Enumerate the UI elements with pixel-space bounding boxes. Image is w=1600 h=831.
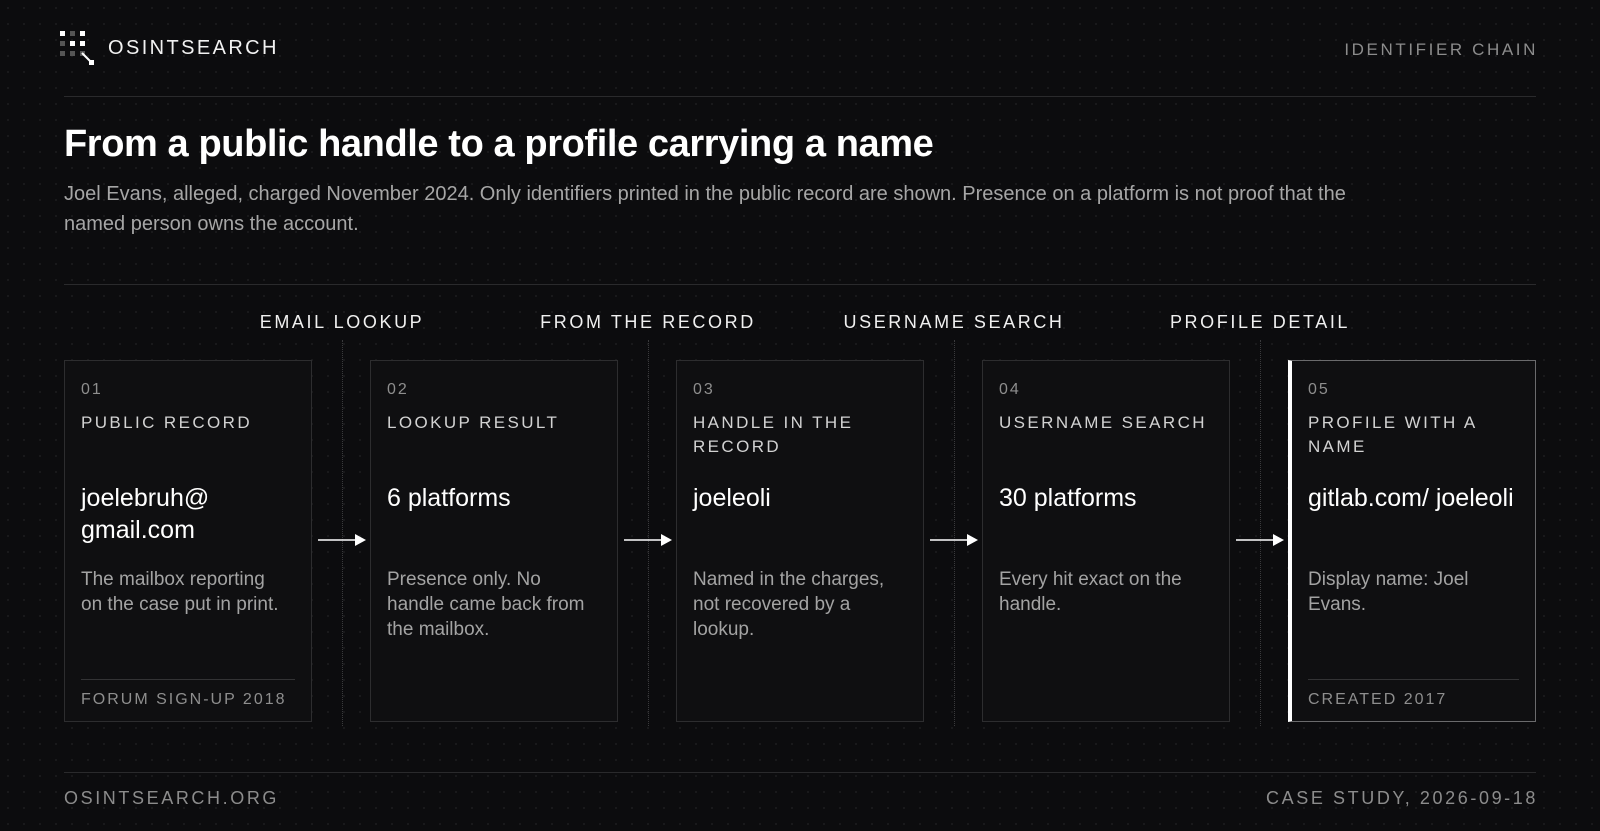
card-number: 04: [999, 381, 1021, 398]
arrow-right-icon: [1236, 534, 1284, 546]
chain-card-public-record[interactable]: 01 PUBLIC RECORD joelebruh@ gmail.com Th…: [64, 360, 312, 722]
card-value: 6 platforms: [387, 484, 511, 512]
card-description: Named in the charges, not recovered by a…: [693, 569, 885, 640]
arrow-right-icon: [624, 534, 672, 546]
stage-label-profile-detail: PROFILE DETAIL: [1169, 312, 1351, 332]
chain-card-username-search[interactable]: 04 USERNAME SEARCH 30 platforms Every hi…: [982, 360, 1230, 722]
stage-label-username-search: USERNAME SEARCH: [843, 312, 1065, 332]
card-label: HANDLE IN THE RECORD: [693, 413, 854, 456]
arrow-right-icon: [318, 534, 366, 546]
card-description: Presence only. No handle came back from …: [387, 569, 585, 640]
card-description: Every hit exact on the handle.: [999, 569, 1182, 615]
card-description: The mailbox reporting on the case put in…: [81, 569, 279, 615]
page-title: From a public handle to a profile carryi…: [64, 123, 934, 165]
card-meta: FORUM SIGN-UP 2018: [81, 691, 287, 708]
card-label: PROFILE WITH A NAME: [1308, 413, 1477, 456]
card-label: USERNAME SEARCH: [999, 413, 1207, 432]
chain-card-profile-with-name[interactable]: 05 PROFILE WITH A NAME gitlab.com/ joele…: [1288, 360, 1536, 722]
card-number: 02: [387, 381, 409, 398]
card-number: 03: [693, 381, 715, 398]
brand-name: OSINTSEARCH: [108, 36, 279, 59]
footer-divider: [64, 772, 1536, 773]
dot-grid-logo-icon: [60, 31, 94, 65]
card-value: 30 platforms: [999, 484, 1137, 512]
chain-card-lookup-result[interactable]: 02 LOOKUP RESULT 6 platforms Presence on…: [370, 360, 618, 722]
header-divider: [64, 96, 1536, 97]
card-label: PUBLIC RECORD: [81, 413, 253, 432]
logo[interactable]: OSINTSEARCH: [60, 30, 279, 66]
card-meta-divider: [1308, 679, 1519, 680]
card-meta-divider: [81, 679, 295, 680]
card-label: LOOKUP RESULT: [387, 413, 560, 432]
stage-label-email-lookup: EMAIL LOOKUP: [259, 312, 425, 332]
stage-label-from-record: FROM THE RECORD: [540, 312, 756, 332]
chain-card-handle-in-record[interactable]: 03 HANDLE IN THE RECORD joeleoli Named i…: [676, 360, 924, 722]
footer-site-link[interactable]: OSINTSEARCH.ORG: [64, 788, 279, 809]
card-number: 05: [1308, 381, 1330, 398]
card-description: Display name: Joel Evans.: [1308, 569, 1469, 615]
card-value: joeleoli: [693, 484, 771, 512]
card-meta: CREATED 2017: [1308, 691, 1448, 708]
hero-divider: [64, 284, 1536, 285]
page-subtitle: Joel Evans, alleged, charged November 20…: [64, 183, 1346, 235]
card-value: joelebruh@ gmail.com: [81, 484, 210, 544]
arrow-right-icon: [930, 534, 978, 546]
header-tag: IDENTIFIER CHAIN: [1344, 40, 1538, 59]
card-value: gitlab.com/ joeleoli: [1308, 484, 1514, 512]
card-number: 01: [81, 381, 103, 398]
footer-case-date: CASE STUDY, 2026-09-18: [1266, 788, 1538, 808]
